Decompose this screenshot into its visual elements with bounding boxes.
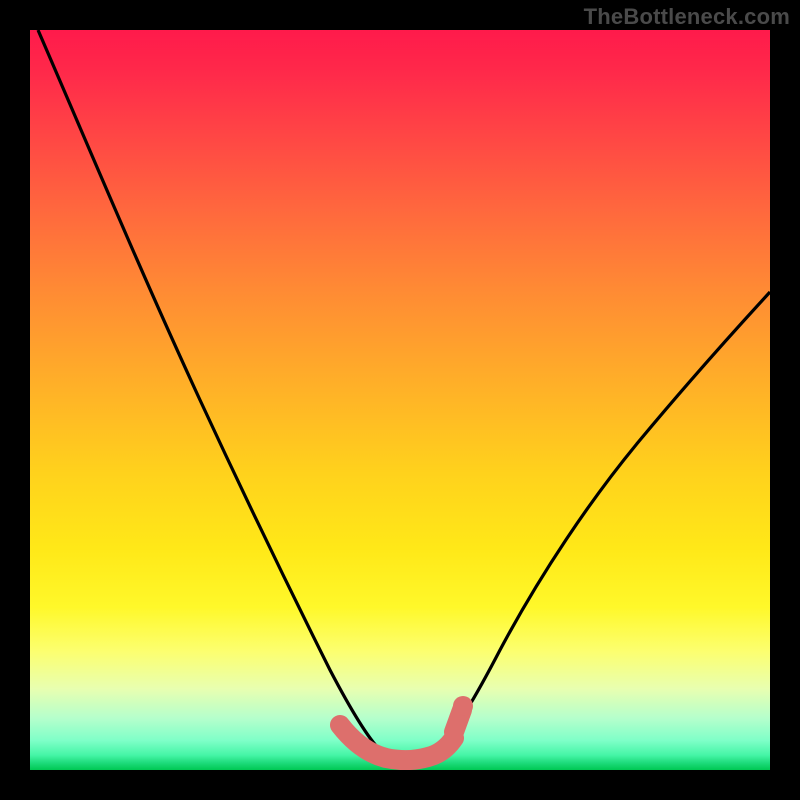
chart-overlay xyxy=(30,30,770,770)
curve-line xyxy=(38,30,770,760)
chart-stage: TheBottleneck.com xyxy=(0,0,800,800)
highlight-dot xyxy=(453,696,473,716)
watermark-text: TheBottleneck.com xyxy=(584,4,790,30)
plot-area xyxy=(30,30,770,770)
